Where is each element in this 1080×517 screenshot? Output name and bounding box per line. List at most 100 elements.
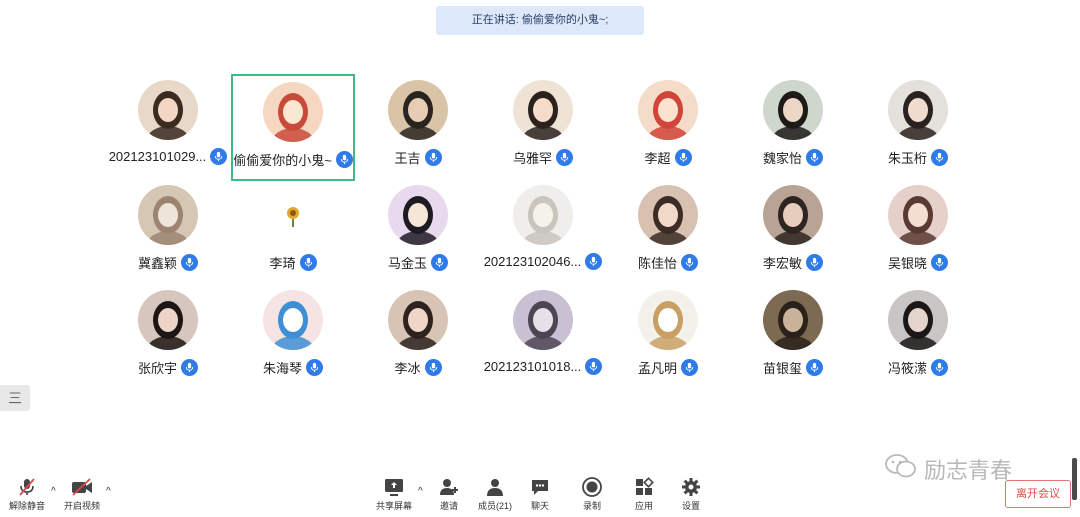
- avatar: [888, 185, 948, 245]
- participant-name: 202123101018...: [483, 359, 582, 374]
- avatar: [138, 290, 198, 350]
- participant-name-row: 张欣宇: [106, 358, 230, 377]
- participant-tile[interactable]: 202123102046...: [481, 179, 605, 284]
- participant-tile[interactable]: 张欣宇: [106, 284, 230, 389]
- participant-name-row: 乌雅罕: [481, 148, 605, 167]
- chat-label: 聊天: [530, 501, 549, 511]
- mic-icon: [681, 254, 698, 271]
- avatar: [513, 80, 573, 140]
- participant-name-row: 李冰: [356, 358, 480, 377]
- apps-label: 应用: [634, 501, 653, 511]
- start-video-button[interactable]: 开启视频: [57, 476, 107, 512]
- mic-icon: [210, 148, 228, 165]
- participant-tile[interactable]: 李超: [606, 74, 730, 179]
- mic-icon: [424, 359, 442, 376]
- participant-name-row: 偷偷爱你的小鬼~: [233, 150, 353, 169]
- mic-icon: [806, 254, 823, 271]
- participant-tile[interactable]: 202123101018...: [481, 284, 605, 389]
- mic-icon: [335, 151, 353, 168]
- mic-icon: [585, 358, 603, 375]
- invite-button[interactable]: 邀请: [424, 476, 474, 512]
- share-screen-button[interactable]: 共享屏幕: [369, 476, 419, 512]
- participant-tile[interactable]: 魏家怡: [731, 74, 855, 179]
- leave-meeting-button[interactable]: 离开会议: [1005, 480, 1071, 508]
- participant-tile[interactable]: 孟凡明: [606, 284, 730, 389]
- participant-name: 吴银晓: [887, 256, 927, 271]
- members-button[interactable]: 成员(21): [470, 476, 520, 512]
- participant-tile[interactable]: 冀鑫颖: [106, 179, 230, 284]
- participant-tile[interactable]: 乌雅罕: [481, 74, 605, 179]
- participant-name: 冯筱潆: [887, 361, 927, 376]
- avatar: [388, 80, 448, 140]
- participant-tile[interactable]: 马金玉: [356, 179, 480, 284]
- avatar: [888, 290, 948, 350]
- participant-name-row: 202123102046...: [481, 253, 605, 270]
- chat-button[interactable]: 聊天: [515, 476, 565, 512]
- mic-icon: [424, 149, 442, 166]
- participant-tile[interactable]: 李琦: [231, 179, 355, 284]
- scroll-indicator[interactable]: [1072, 458, 1077, 500]
- mic-icon: [556, 149, 573, 166]
- participant-name: 王吉: [394, 151, 421, 166]
- mic-icon: [806, 149, 823, 166]
- mic-icon: [299, 254, 317, 271]
- participant-tile[interactable]: 李宏敏: [731, 179, 855, 284]
- participant-name-row: 202123101029...: [106, 148, 230, 165]
- participant-tile[interactable]: 苗银玺: [731, 284, 855, 389]
- avatar: [263, 82, 323, 142]
- settings-button[interactable]: 设置: [666, 476, 716, 512]
- apps-grid-icon: [619, 476, 669, 498]
- participant-name-row: 朱海琴: [231, 358, 355, 377]
- participant-tile[interactable]: 李冰: [356, 284, 480, 389]
- participant-name-row: 冀鑫颖: [106, 253, 230, 272]
- participant-tile[interactable]: 朱玉桁: [856, 74, 980, 179]
- avatar: [138, 80, 198, 140]
- participant-name-row: 吴银晓: [856, 253, 980, 272]
- record-button[interactable]: 录制: [567, 476, 617, 512]
- video-options-chevron-icon[interactable]: ^: [106, 486, 111, 497]
- participant-grid: 202123101029... 偷偷爱你的小鬼~ 王吉 乌雅罕 李超 魏家怡 朱玉桁 冀鑫颖李…: [106, 74, 980, 389]
- participant-tile[interactable]: 王吉: [356, 74, 480, 179]
- audio-options-chevron-icon[interactable]: ^: [51, 486, 56, 497]
- participant-name: 张欣宇: [137, 361, 177, 376]
- avatar: [763, 290, 823, 350]
- mic-icon: [931, 254, 948, 271]
- avatar: [888, 80, 948, 140]
- apps-button[interactable]: 应用: [619, 476, 669, 512]
- avatar: [638, 80, 698, 140]
- participant-name-row: 李超: [606, 148, 730, 167]
- participant-name: 李超: [644, 151, 671, 166]
- participant-tile[interactable]: 冯筱潆: [856, 284, 980, 389]
- start-video-label: 开启视频: [63, 501, 100, 511]
- participant-tile[interactable]: 偷偷爱你的小鬼~: [231, 74, 355, 181]
- share-options-chevron-icon[interactable]: ^: [418, 486, 423, 497]
- participant-name: 朱海琴: [262, 361, 302, 376]
- participant-tile[interactable]: 202123101029...: [106, 74, 230, 179]
- participant-name: 孟凡明: [637, 361, 677, 376]
- participant-name: 202123102046...: [483, 254, 582, 269]
- participant-tile[interactable]: 吴银晓: [856, 179, 980, 284]
- participant-tile[interactable]: 朱海琴: [231, 284, 355, 389]
- invite-label: 邀请: [439, 501, 458, 511]
- participant-name: 冀鑫颖: [137, 256, 177, 271]
- participant-name-row: 苗银玺: [731, 358, 855, 377]
- mic-icon: [806, 359, 823, 376]
- participant-name-row: 陈佳怡: [606, 253, 730, 272]
- watermark-text: 励志青春: [924, 459, 1013, 484]
- side-panel-handle[interactable]: 三: [0, 385, 30, 411]
- avatar: [763, 80, 823, 140]
- unmute-button[interactable]: 解除静音: [2, 476, 52, 512]
- avatar: [638, 185, 698, 245]
- settings-label: 设置: [681, 501, 700, 511]
- share-screen-icon: [369, 476, 419, 498]
- participant-name-row: 朱玉桁: [856, 148, 980, 167]
- mic-icon: [431, 254, 448, 271]
- participant-tile[interactable]: 陈佳怡: [606, 179, 730, 284]
- participant-name: 李琦: [269, 256, 296, 271]
- participant-name-row: 马金玉: [356, 253, 480, 272]
- participant-name-row: 魏家怡: [731, 148, 855, 167]
- mic-muted-icon: [2, 476, 52, 498]
- avatar: [513, 290, 573, 350]
- participant-name: 苗银玺: [762, 361, 802, 376]
- mic-icon: [585, 253, 603, 270]
